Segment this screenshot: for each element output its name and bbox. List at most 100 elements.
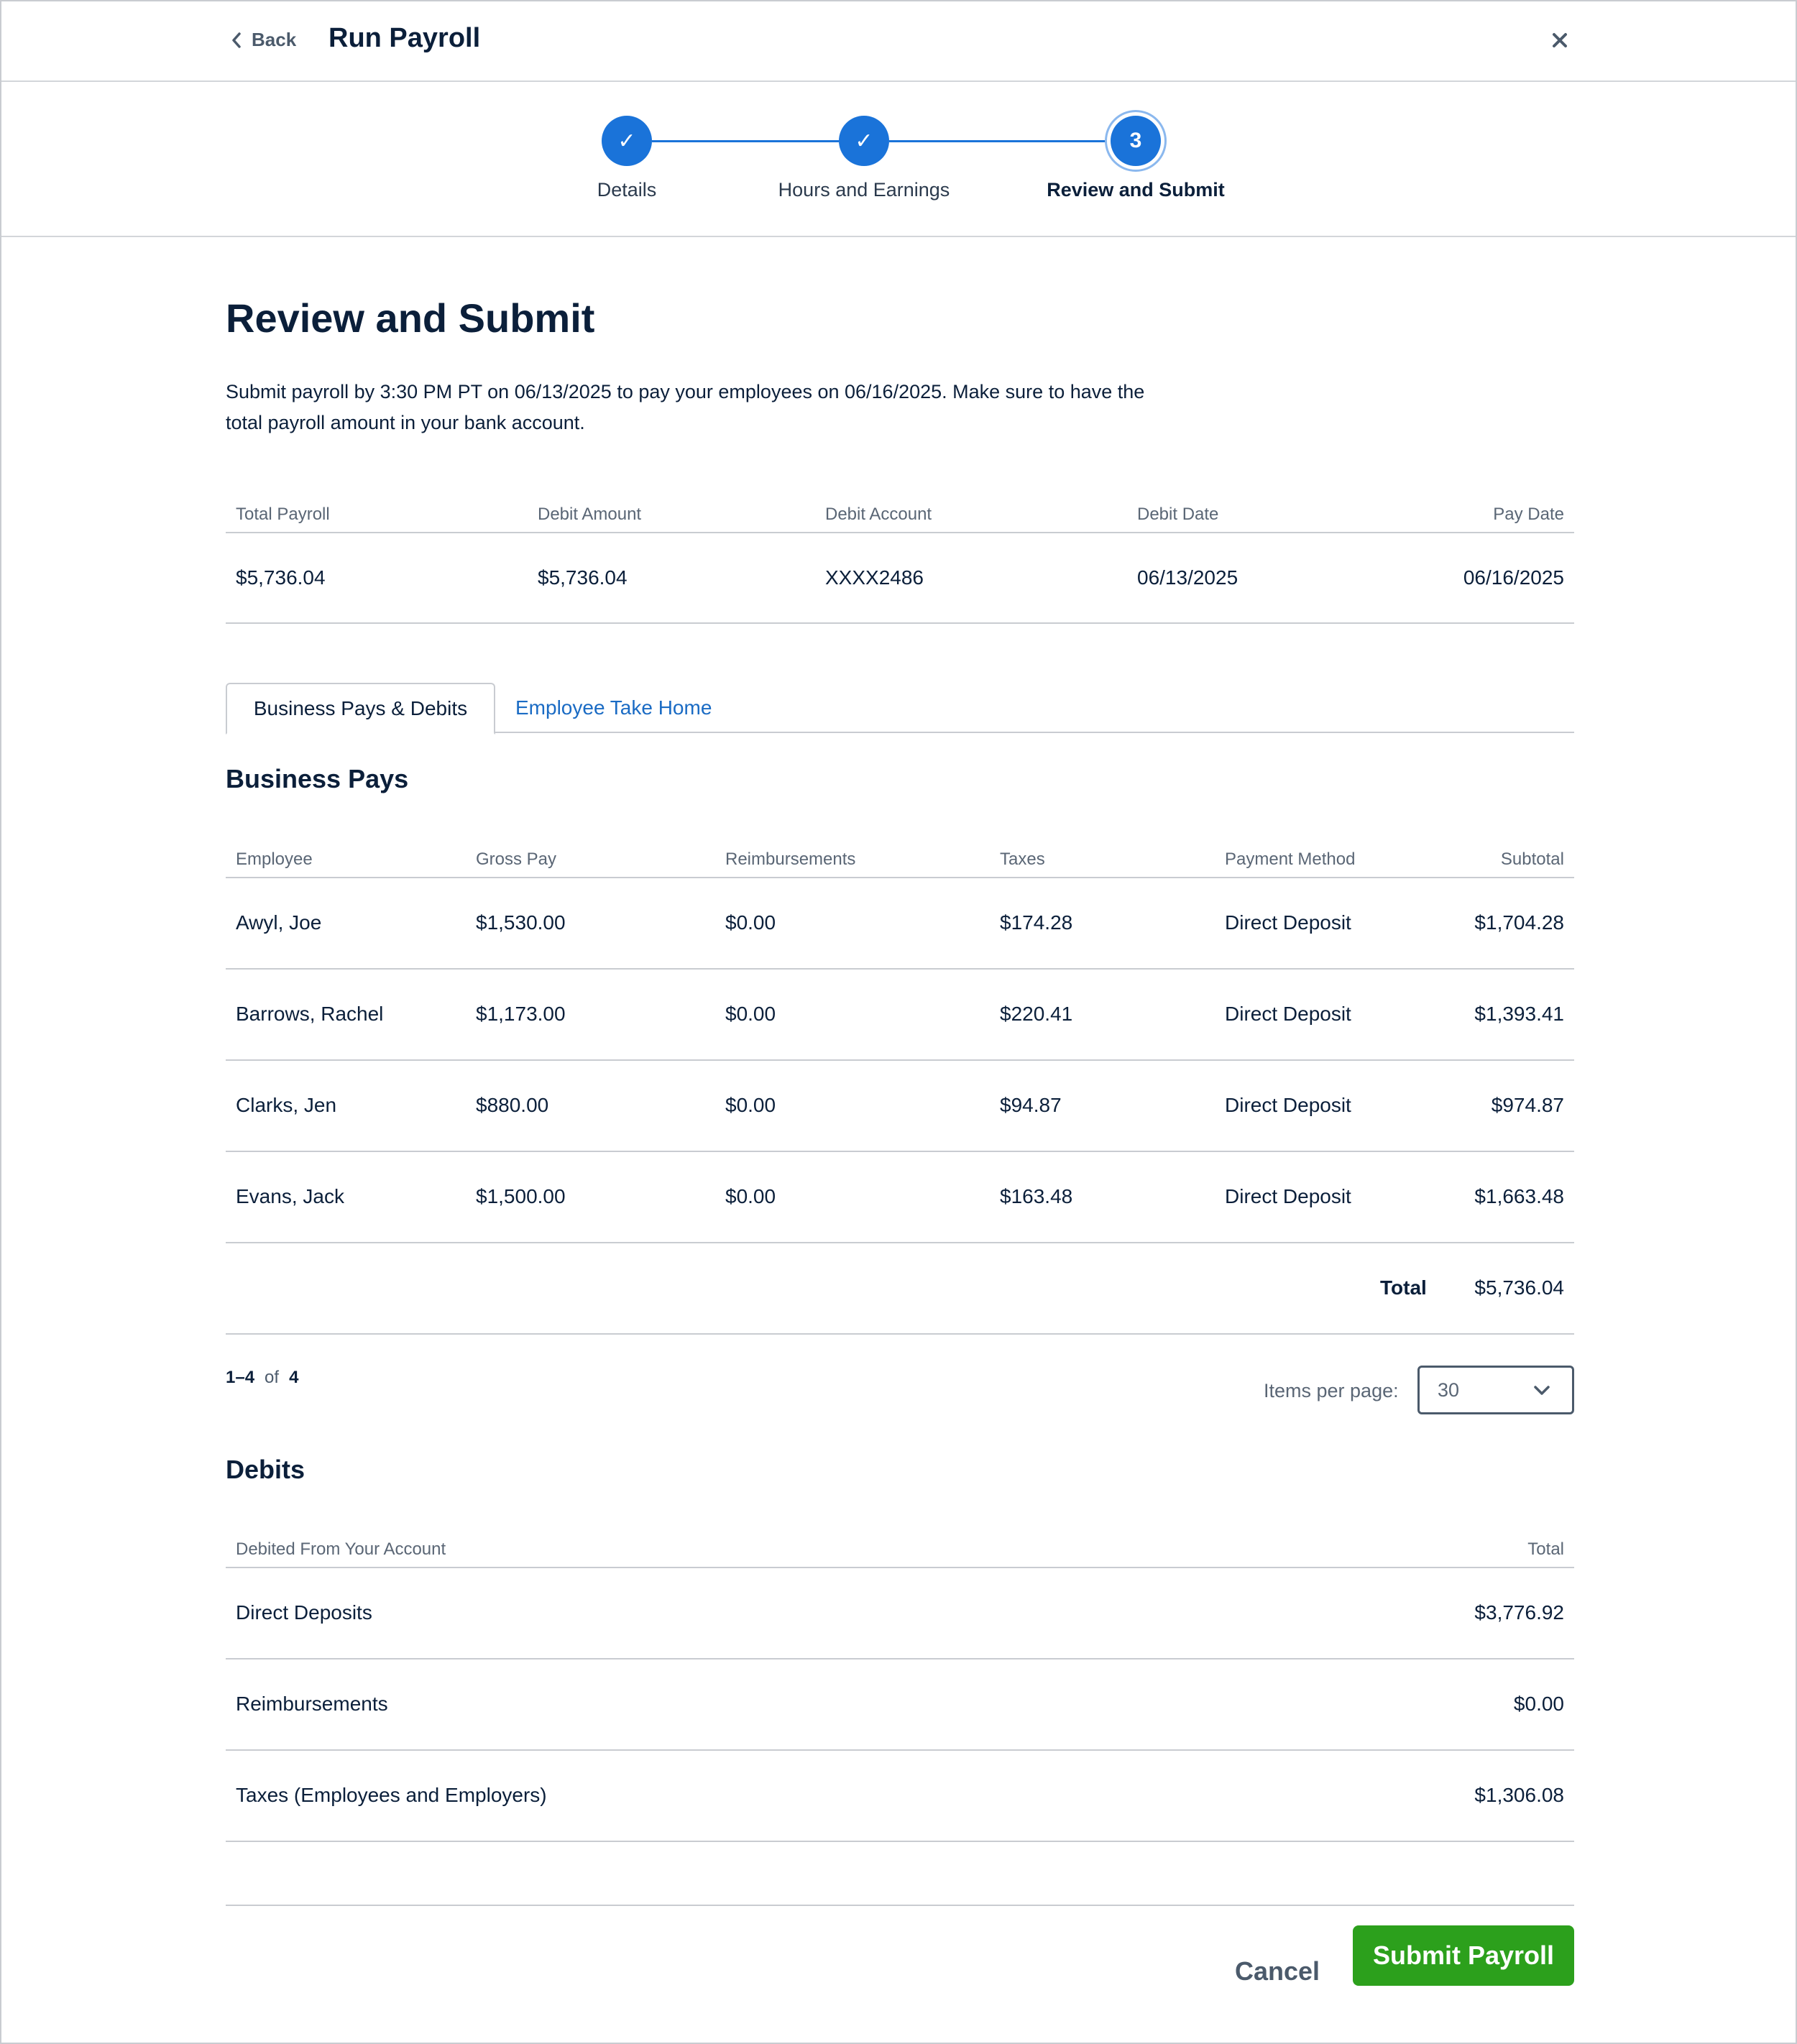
debit-total: $1,306.08: [1474, 1784, 1564, 1806]
summary-value-row: $5,736.04 $5,736.04 XXXX2486 06/13/2025 …: [226, 533, 1574, 624]
summary-header: Debit Amount: [538, 505, 642, 524]
payroll-summary-table: Total Payroll Debit Amount Debit Account…: [226, 489, 1574, 624]
debit-type: Taxes (Employees and Employers): [236, 1784, 547, 1806]
gross-pay: $1,173.00: [476, 1003, 566, 1025]
pay-date-value: 06/16/2025: [1463, 566, 1564, 589]
taxes: $163.48: [1000, 1185, 1073, 1207]
debits-heading: Debits: [226, 1455, 305, 1484]
table-row: Taxes (Employees and Employers) $1,306.0…: [226, 1751, 1574, 1842]
pagination-range: 1–4 of 4: [226, 1368, 298, 1388]
business-pays-table: Employee Gross Pay Reimbursements Taxes …: [226, 834, 1574, 1335]
column-header: Employee: [236, 850, 313, 869]
items-per-page-select[interactable]: 30: [1417, 1366, 1574, 1414]
taxes: $94.87: [1000, 1094, 1062, 1116]
subtotal: $974.87: [1491, 1094, 1564, 1116]
progress-stepper: ✓ ✓ 3 Details Hours and Earnings Review …: [1, 82, 1796, 237]
tab-employee-take-home[interactable]: Employee Take Home: [515, 683, 712, 733]
payroll-window: Back Run Payroll ✓ ✓ 3 Details Hours and…: [0, 0, 1797, 2044]
debit-total: $3,776.92: [1474, 1601, 1564, 1624]
debit-type: Reimbursements: [236, 1693, 388, 1715]
close-icon: [1553, 33, 1567, 47]
footer-divider: [226, 1905, 1574, 1906]
view-tabs: Business Pays & Debits Employee Take Hom…: [226, 683, 1574, 735]
back-label: Back: [252, 29, 297, 50]
employee-name: Barrows, Rachel: [236, 1003, 384, 1025]
employee-name: Clarks, Jen: [236, 1094, 337, 1116]
subtotal: $1,663.48: [1474, 1185, 1564, 1207]
table-row: Reimbursements $0.00: [226, 1659, 1574, 1751]
taxes: $220.41: [1000, 1003, 1073, 1025]
pagination-range-value: 1–4: [226, 1368, 255, 1387]
intro-text: Submit payroll by 3:30 PM PT on 06/13/20…: [226, 381, 1145, 433]
table-row: Clarks, Jen $880.00 $0.00 $94.87 Direct …: [226, 1061, 1574, 1152]
reimbursements: $0.00: [725, 1094, 776, 1116]
top-bar: Back Run Payroll: [1, 1, 1796, 82]
step-connector: [889, 140, 1108, 142]
table-row: Barrows, Rachel $1,173.00 $0.00 $220.41 …: [226, 970, 1574, 1061]
total-row: Total $5,736.04: [226, 1243, 1574, 1335]
employee-name: Evans, Jack: [236, 1185, 344, 1207]
payment-method: Direct Deposit: [1225, 1185, 1351, 1207]
taxes: $174.28: [1000, 911, 1073, 934]
chevron-down-icon: [1534, 1386, 1550, 1395]
reimbursements: $0.00: [725, 911, 776, 934]
column-header: Subtotal: [1500, 850, 1564, 869]
column-header: Gross Pay: [476, 850, 557, 869]
step-review-label: Review and Submit: [1047, 179, 1225, 201]
step-details-marker: ✓: [602, 116, 652, 166]
debits-table: Debited From Your Account Total Direct D…: [226, 1524, 1574, 1842]
payment-method: Direct Deposit: [1225, 1094, 1351, 1116]
payment-method: Direct Deposit: [1225, 911, 1351, 934]
step-hours-label: Hours and Earnings: [778, 179, 950, 201]
debit-type: Direct Deposits: [236, 1601, 372, 1624]
back-button[interactable]: Back: [231, 29, 296, 51]
page-title: Run Payroll: [328, 23, 481, 53]
submit-payroll-button[interactable]: Submit Payroll: [1353, 1925, 1574, 1986]
subtotal: $1,393.41: [1474, 1003, 1564, 1025]
gross-pay: $1,500.00: [476, 1185, 566, 1207]
column-header: Total: [1527, 1539, 1564, 1559]
items-per-page-value: 30: [1438, 1378, 1460, 1401]
reimbursements: $0.00: [725, 1003, 776, 1025]
step-hours-marker: ✓: [839, 116, 889, 166]
business-pays-heading: Business Pays: [226, 764, 409, 793]
step-connector: [652, 140, 839, 142]
business-pays-header-row: Employee Gross Pay Reimbursements Taxes …: [226, 834, 1574, 878]
payment-method: Direct Deposit: [1225, 1003, 1351, 1025]
section-heading: Review and Submit: [226, 295, 595, 341]
employee-name: Awyl, Joe: [236, 911, 322, 934]
summary-header: Total Payroll: [236, 505, 330, 524]
debit-date-value: 06/13/2025: [1137, 566, 1238, 589]
debit-total: $0.00: [1513, 1693, 1564, 1715]
tab-business-pays-debits[interactable]: Business Pays & Debits: [226, 683, 495, 735]
summary-header: Debit Date: [1137, 505, 1219, 524]
gross-pay: $880.00: [476, 1094, 549, 1116]
column-header: Payment Method: [1225, 850, 1356, 869]
gross-pay: $1,530.00: [476, 911, 566, 934]
chevron-left-icon: [232, 32, 241, 48]
total-payroll-value: $5,736.04: [236, 566, 326, 589]
pagination-count: 4: [289, 1368, 299, 1387]
cancel-button[interactable]: Cancel: [1235, 1956, 1320, 1987]
summary-header: Pay Date: [1493, 505, 1564, 524]
summary-header: Debit Account: [825, 505, 932, 524]
pagination-of: of: [265, 1368, 280, 1387]
reimbursements: $0.00: [725, 1185, 776, 1207]
total-label: Total: [1380, 1276, 1427, 1299]
column-header: Taxes: [1000, 850, 1045, 869]
table-row: Direct Deposits $3,776.92: [226, 1568, 1574, 1659]
table-row: Awyl, Joe $1,530.00 $0.00 $174.28 Direct…: [226, 878, 1574, 970]
step-details-label: Details: [597, 179, 657, 201]
step-review-marker: 3: [1111, 116, 1161, 166]
items-per-page-label: Items per page:: [1264, 1380, 1399, 1401]
subtotal: $1,704.28: [1474, 911, 1564, 934]
close-button[interactable]: [1547, 27, 1573, 53]
table-row: Evans, Jack $1,500.00 $0.00 $163.48 Dire…: [226, 1152, 1574, 1243]
debit-amount-value: $5,736.04: [538, 566, 628, 589]
debits-header-row: Debited From Your Account Total: [226, 1524, 1574, 1568]
column-header: Reimbursements: [725, 850, 856, 869]
total-value: $5,736.04: [1474, 1276, 1564, 1299]
column-header: Debited From Your Account: [236, 1539, 446, 1559]
debit-account-value: XXXX2486: [825, 566, 924, 589]
summary-header-row: Total Payroll Debit Amount Debit Account…: [226, 489, 1574, 533]
